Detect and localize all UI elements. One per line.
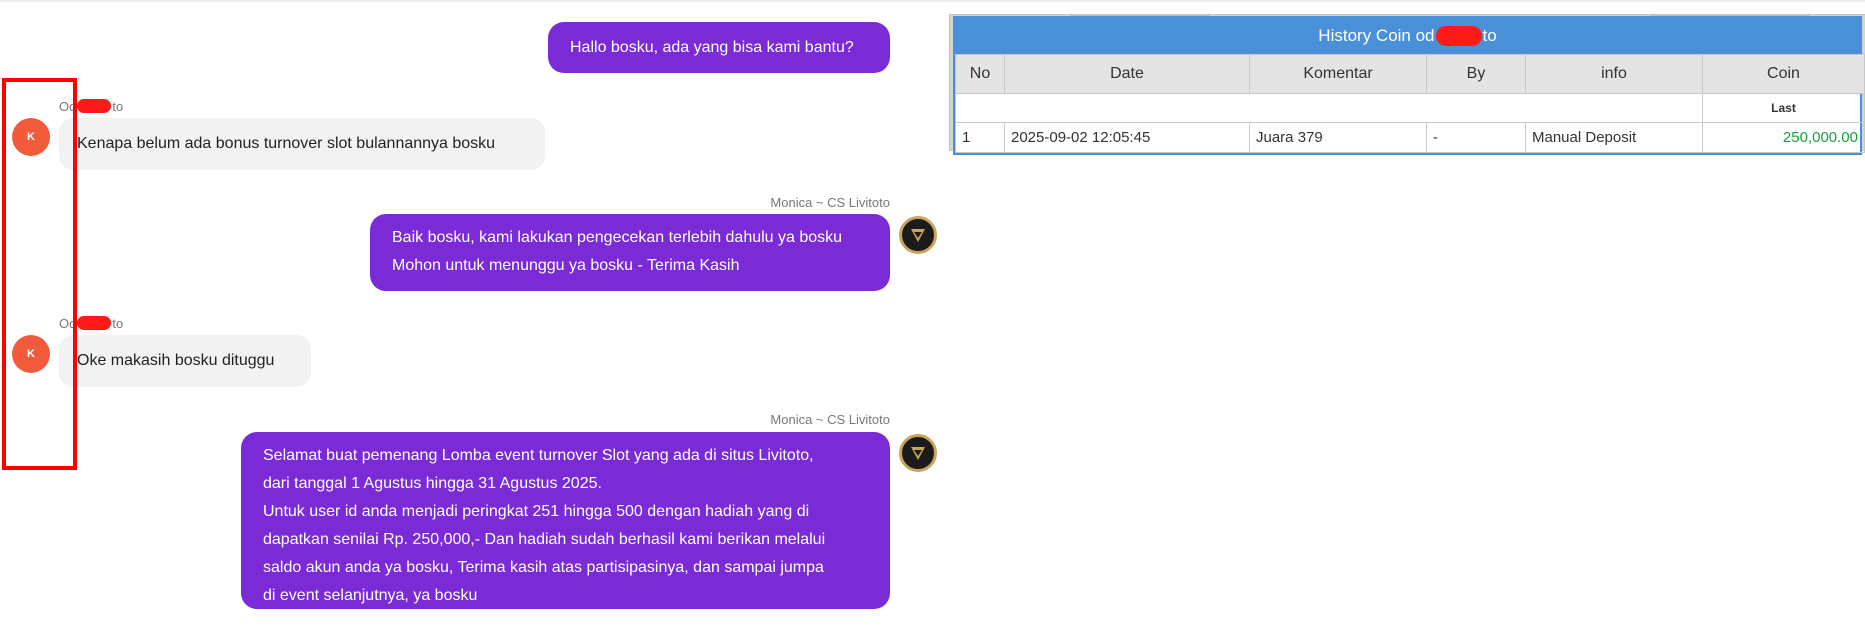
agent-sender-name-1: Monica ~ CS Livitoto: [770, 195, 890, 210]
highlight-frame: [2, 78, 77, 470]
agent-message-3: Selamat buat pemenang Lomba event turnov…: [241, 432, 890, 609]
history-subheader-row: Last: [955, 93, 1865, 123]
history-title: History Coin od to: [955, 18, 1860, 54]
user-message-2: Oke makasih bosku dituggu: [59, 335, 311, 387]
message-line: Mohon untuk menunggu ya bosku - Terima K…: [392, 257, 740, 274]
column-header-no[interactable]: No: [955, 54, 1005, 94]
message-line: Selamat buat pemenang Lomba event turnov…: [263, 447, 814, 464]
history-coin-table: History Coin od to No Date Komentar By in…: [953, 16, 1865, 155]
cell-date: 2025-09-02 12:05:45: [1004, 122, 1250, 153]
redaction-mark: [77, 99, 112, 113]
cell-coin: 250,000.00: [1702, 122, 1865, 153]
agent-message-1: Hallo bosku, ada yang bisa kami bantu?: [548, 22, 890, 73]
message-line: dapatkan senilai Rp. 250,000,- Dan hadia…: [263, 531, 826, 548]
history-header-row: No Date Komentar By info Coin: [955, 54, 1865, 94]
sender-suffix: to: [112, 316, 124, 331]
brand-logo-icon: [911, 447, 925, 460]
message-line: Hallo bosku, ada yang bisa kami bantu?: [570, 38, 854, 56]
message-line: Baik bosku, kami lakukan pengecekan terl…: [392, 229, 843, 246]
top-edge: [0, 0, 1865, 2]
column-header-komentar[interactable]: Komentar: [1249, 54, 1427, 94]
history-grid: No Date Komentar By info Coin Last 1 202…: [955, 54, 1865, 153]
column-header-by[interactable]: By: [1426, 54, 1526, 94]
cell-info: Manual Deposit: [1525, 122, 1703, 153]
message-line: dari tanggal 1 Agustus hingga 31 Agustus…: [263, 475, 602, 492]
history-title-suffix: to: [1482, 26, 1497, 45]
message-text: Oke makasih bosku dituggu: [77, 352, 275, 369]
agent-message-2: Baik bosku, kami lakukan pengecekan terl…: [370, 214, 890, 291]
message-line: di event selanjutnya, ya bosku: [263, 587, 478, 604]
agent-sender-name-2: Monica ~ CS Livitoto: [770, 412, 890, 427]
agent-avatar-2: [899, 434, 937, 472]
column-header-info[interactable]: info: [1525, 54, 1703, 94]
message-text: Kenapa belum ada bonus turnover slot bul…: [77, 135, 496, 152]
cell-komentar: Juara 379: [1249, 122, 1427, 153]
column-header-coin[interactable]: Coin: [1702, 54, 1865, 94]
subheader-last: Last: [1702, 93, 1865, 123]
sender-suffix: to: [112, 99, 124, 114]
table-row[interactable]: 1 2025-09-02 12:05:45 Juara 379 - Manual…: [955, 122, 1865, 153]
message-line: Untuk user id anda menjadi peringkat 251…: [263, 503, 810, 520]
cell-by: -: [1426, 122, 1526, 153]
history-title-prefix: History Coin od: [1318, 26, 1435, 45]
user-message-1: Kenapa belum ada bonus turnover slot bul…: [59, 118, 545, 170]
brand-logo-icon: [911, 229, 925, 242]
agent-avatar-1: [899, 216, 937, 254]
redaction-mark: [77, 316, 112, 330]
cell-no: 1: [955, 122, 1005, 153]
message-line: saldo akun anda ya bosku, Terima kasih a…: [263, 559, 824, 576]
subheader-spacer: [955, 93, 1703, 123]
column-header-date[interactable]: Date: [1004, 54, 1250, 94]
redaction-mark: [1435, 26, 1482, 46]
